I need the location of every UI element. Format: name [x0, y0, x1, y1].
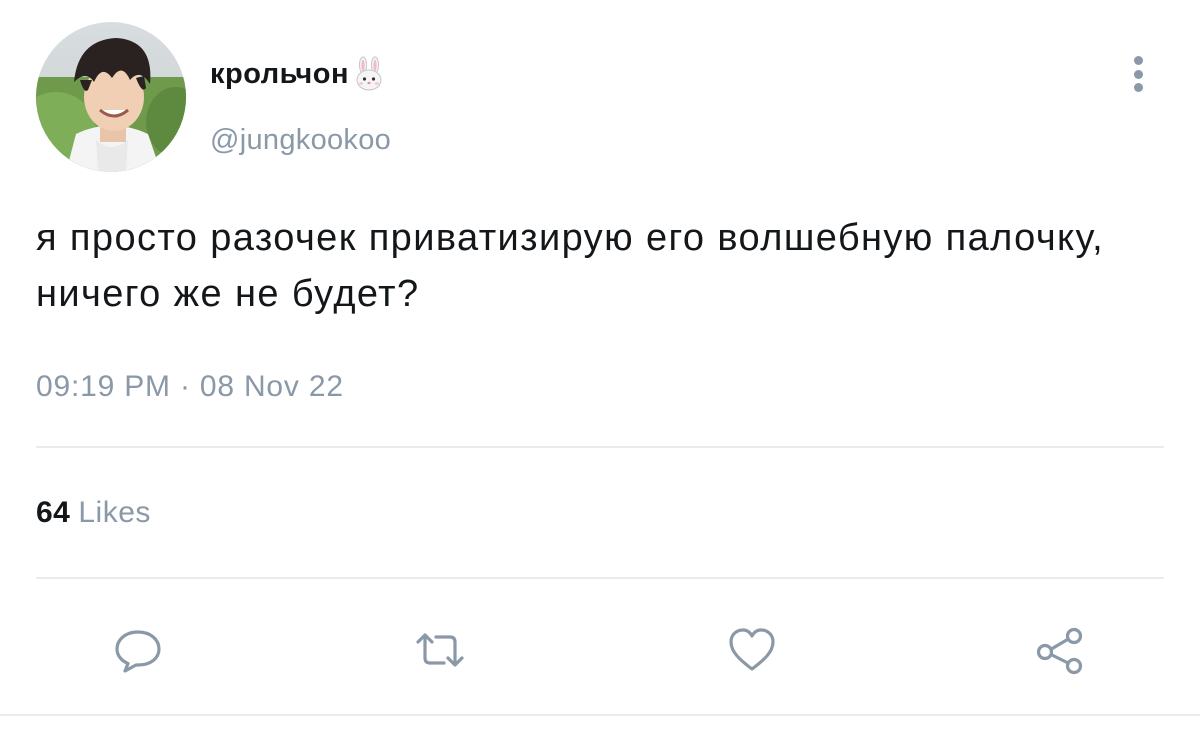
- speech-bubble-icon: [115, 630, 161, 673]
- more-vertical-icon: [1133, 56, 1143, 65]
- display-name[interactable]: крольчон: [210, 54, 387, 94]
- tweet-text: я просто разочек приватизирую его волшеб…: [36, 217, 1105, 315]
- display-name-text: крольчон: [210, 57, 349, 90]
- retweet-icon: [416, 633, 464, 667]
- share-button[interactable]: [1032, 622, 1088, 678]
- heart-icon: [729, 628, 775, 671]
- avatar-photo: [36, 22, 186, 172]
- rabbit-face-icon: [351, 56, 387, 92]
- reply-button[interactable]: [110, 622, 166, 678]
- divider: [0, 714, 1200, 716]
- share-icon: [1036, 627, 1083, 675]
- retweet-button[interactable]: [412, 622, 468, 678]
- more-options-button[interactable]: [1124, 52, 1152, 96]
- likes-count: 64: [36, 496, 71, 529]
- user-handle[interactable]: @jungkookoo: [210, 124, 391, 157]
- likes-label: Likes: [78, 496, 151, 529]
- like-button[interactable]: [724, 622, 780, 678]
- divider: [36, 577, 1164, 579]
- likes-stat[interactable]: 64 Likes: [36, 496, 151, 530]
- divider: [36, 446, 1164, 448]
- tweet-timestamp[interactable]: 09:19 PM · 08 Nov 22: [36, 370, 344, 404]
- avatar[interactable]: [36, 22, 186, 172]
